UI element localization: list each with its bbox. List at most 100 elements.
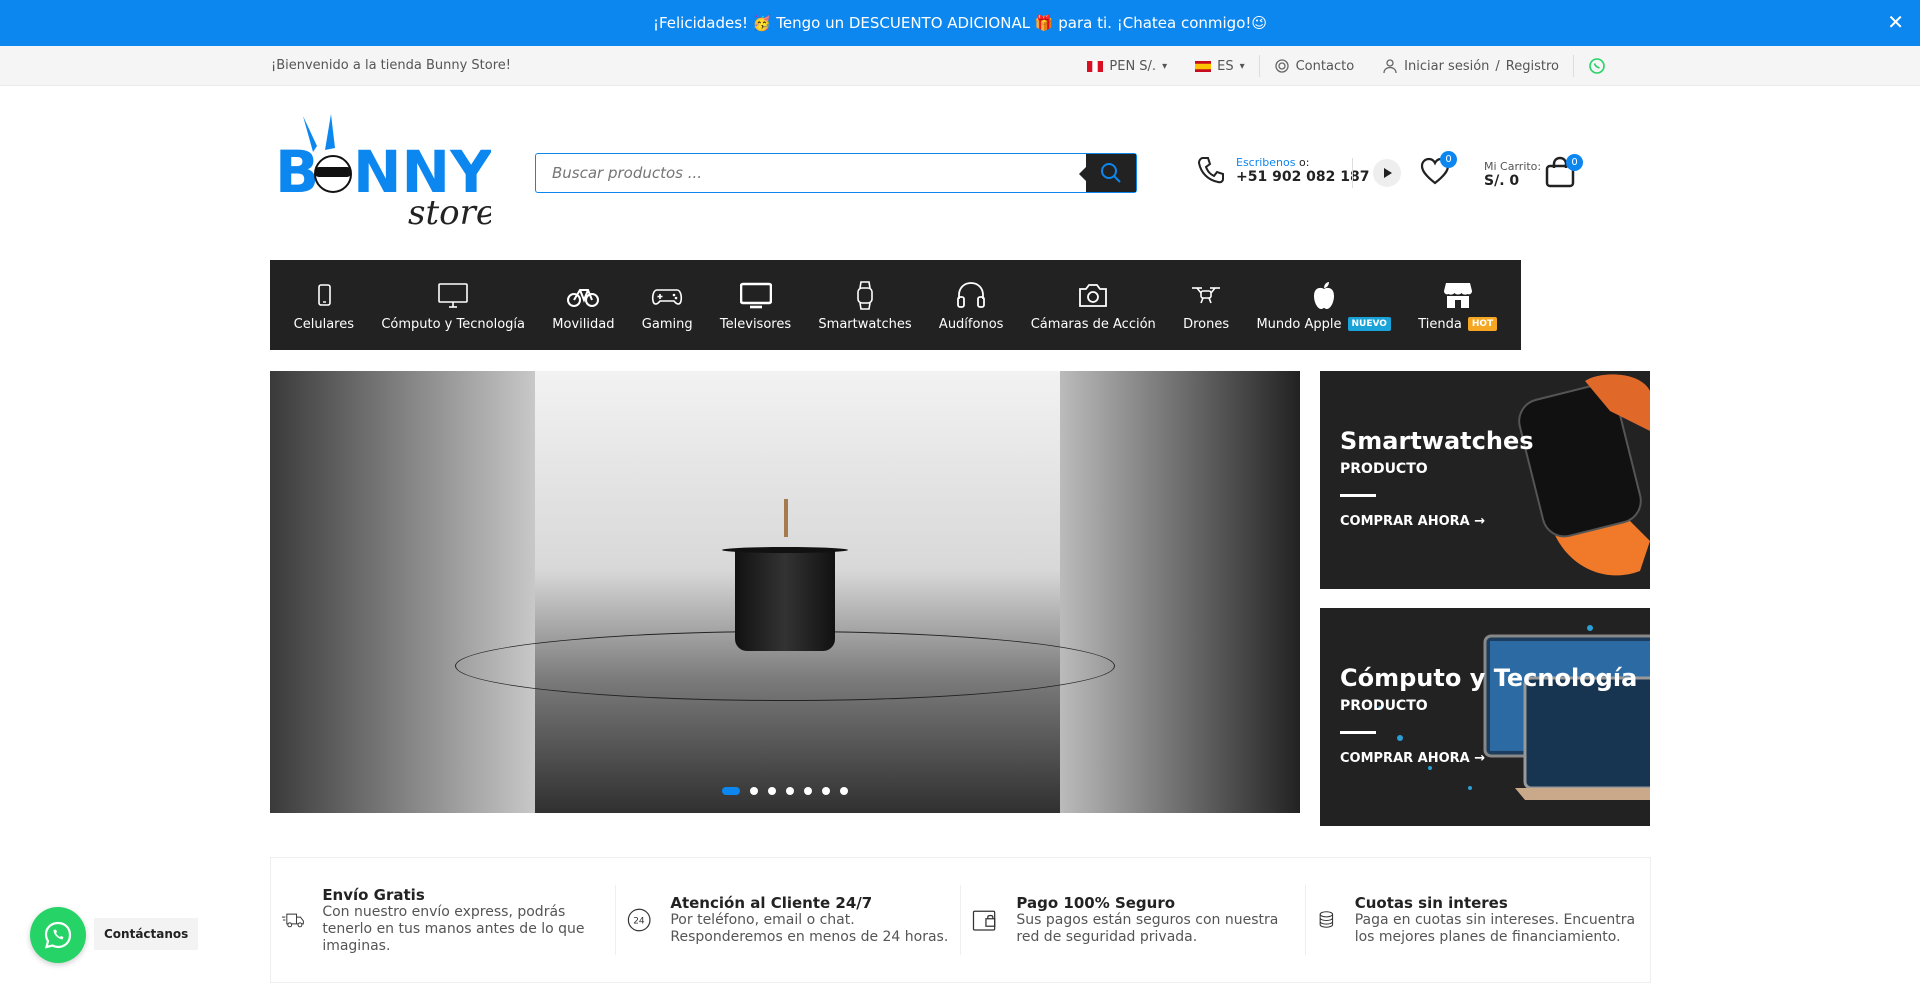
phone-contact[interactable]: Escribenos o: +51 902 082 187 [1196, 155, 1370, 185]
slider-dot[interactable] [840, 787, 848, 795]
nav-item-tienda[interactable]: Tienda HOT [1418, 279, 1498, 332]
account-divider: / [1495, 58, 1500, 74]
smartwatch-image [1518, 374, 1650, 576]
laptop-image [1378, 625, 1650, 800]
feature-free-shipping: Envío Gratis Con nuestro envío express, … [271, 885, 616, 955]
nav-item-computo[interactable]: Cómputo y Tecnología [381, 279, 525, 332]
promo-bar[interactable]: ¡Felicidades! 🥳 Tengo un DESCUENTO ADICI… [0, 0, 1920, 46]
feature-title: Cuotas sin interes [1354, 894, 1508, 912]
whatsapp-icon [1589, 58, 1605, 74]
nav-label: Celulares [293, 316, 354, 332]
nav-label: Televisores [719, 316, 792, 332]
slider-dot[interactable] [722, 787, 740, 795]
slider-dot[interactable] [750, 787, 758, 795]
hero-background [1060, 371, 1300, 813]
cart-summary[interactable]: Mi Carrito: S/. 0 [1484, 160, 1541, 189]
features-strip: Envío Gratis Con nuestro envío express, … [270, 857, 1651, 983]
slider-dot[interactable] [768, 787, 776, 795]
close-icon[interactable]: ✕ [1887, 12, 1904, 32]
category-nav: Celulares Cómputo y Tecnología Movilidad… [270, 260, 1521, 350]
feature-secure-payment: Pago 100% Seguro Sus pagos están seguros… [961, 885, 1306, 955]
feature-support: 24 Atención al Cliente 24/7 Por teléfono… [616, 885, 961, 955]
search-button[interactable] [1079, 154, 1136, 192]
camera-icon [1079, 283, 1108, 307]
cart-button[interactable]: 0 [1544, 154, 1583, 192]
feature-text: Cuotas sin interes Paga en cuotas sin in… [1355, 894, 1640, 946]
promo-card-smartwatches[interactable]: Smartwatches PRODUCTO COMPRAR AHORA → [1320, 371, 1650, 589]
currency-switcher[interactable]: PEN S/. ▾ [1073, 59, 1181, 74]
feature-title: Envío Gratis [322, 885, 425, 904]
feature-text: Envío Gratis Con nuestro envío express, … [322, 886, 605, 955]
cart-label: Mi Carrito: [1484, 160, 1542, 173]
hero-background [270, 371, 535, 813]
nav-item-televisores[interactable]: Televisores [720, 279, 791, 332]
nav-label: Gaming [641, 316, 693, 332]
feature-desc: Por teléfono, email o chat. Responderemo… [670, 912, 949, 945]
nav-label-wrap: Mundo Apple NUEVO [1256, 317, 1391, 332]
phone-number: +51 902 082 187 [1236, 168, 1370, 185]
svg-text:B: B [275, 138, 319, 206]
nav-label: Cámaras de Acción [1030, 316, 1156, 332]
smartphone-icon [318, 283, 331, 306]
nav-label: Movilidad [552, 316, 615, 332]
account-links: Iniciar sesión / Registro [1368, 58, 1573, 74]
promo-text[interactable]: ¡Felicidades! 🥳 Tengo un DESCUENTO ADICI… [653, 14, 1267, 32]
nav-item-smartwatches[interactable]: Smartwatches [818, 279, 912, 332]
language-switcher[interactable]: ES ▾ [1181, 59, 1259, 74]
nav-label: Audífonos [938, 316, 1004, 332]
hero-pedestal-top [722, 547, 848, 553]
shop-now-link[interactable]: COMPRAR AHORA → [1340, 751, 1485, 766]
tv-icon [739, 282, 772, 308]
cart-count: 0 [1566, 154, 1583, 171]
drone-icon [1192, 286, 1221, 303]
chat-label[interactable]: Contáctanos [94, 918, 199, 950]
language-label: ES [1217, 58, 1234, 74]
whatsapp-chat-button[interactable] [30, 907, 86, 963]
nav-label: Drones [1183, 316, 1230, 332]
contact-label: Contacto [1295, 58, 1355, 74]
phone-text: Escribenos o: +51 902 082 187 [1236, 156, 1370, 185]
svg-text:24: 24 [633, 917, 645, 927]
login-link[interactable]: Iniciar sesión [1404, 59, 1489, 74]
svg-text:store: store [408, 193, 491, 232]
whatsapp-icon [44, 921, 72, 949]
wishlist-button[interactable]: 0 [1420, 151, 1457, 189]
card-subtitle: PRODUCTO [1340, 698, 1428, 714]
hero-pedestal [735, 551, 835, 651]
topbar-right: PEN S/. ▾ ES ▾ Contacto Iniciar sesión /… [1073, 46, 1620, 86]
nav-item-movilidad[interactable]: Movilidad [552, 279, 614, 332]
search-bar [535, 153, 1137, 193]
hero-slider[interactable] [270, 371, 1300, 813]
card-divider [1340, 494, 1376, 497]
whatsapp-link[interactable] [1574, 57, 1620, 75]
shop-now-link[interactable]: COMPRAR AHORA → [1340, 514, 1485, 529]
nav-item-camaras[interactable]: Cámaras de Acción [1031, 279, 1156, 332]
slider-dot[interactable] [822, 787, 830, 795]
nav-item-gaming[interactable]: Gaming [642, 279, 693, 332]
nav-label-wrap: Tienda HOT [1418, 317, 1498, 332]
slider-dot[interactable] [786, 787, 794, 795]
feature-text: Pago 100% Seguro Sus pagos están seguros… [1016, 894, 1295, 946]
register-link[interactable]: Registro [1506, 59, 1559, 74]
nav-item-drones[interactable]: Drones [1183, 279, 1229, 332]
truck-icon [281, 913, 304, 928]
nav-item-audifonos[interactable]: Audífonos [938, 279, 1004, 332]
promo-card-computo[interactable]: Cómputo y Tecnología PRODUCTO COMPRAR AH… [1320, 608, 1650, 826]
bunny-store-logo[interactable]: B NNY store [273, 112, 491, 232]
peru-flag-icon [1087, 60, 1104, 72]
slider-dot[interactable] [804, 787, 812, 795]
coins-icon [1319, 911, 1334, 928]
top-bar: ¡Bienvenido a la tienda Bunny Store! PEN… [0, 46, 1920, 86]
phone-suffix: o: [1299, 155, 1310, 169]
contact-link[interactable]: Contacto [1260, 58, 1369, 74]
support-24-icon: 24 [627, 908, 651, 932]
user-icon [1383, 59, 1397, 74]
nav-label: Smartwatches [818, 316, 912, 332]
divider [1352, 158, 1353, 188]
search-input[interactable] [536, 154, 1086, 192]
play-button[interactable] [1373, 159, 1401, 187]
card-title: Smartwatches [1340, 427, 1534, 455]
nav-item-mundo-apple[interactable]: Mundo Apple NUEVO [1256, 279, 1391, 332]
nav-item-celulares[interactable]: Celulares [294, 279, 354, 332]
chevron-down-icon: ▾ [1239, 60, 1245, 72]
